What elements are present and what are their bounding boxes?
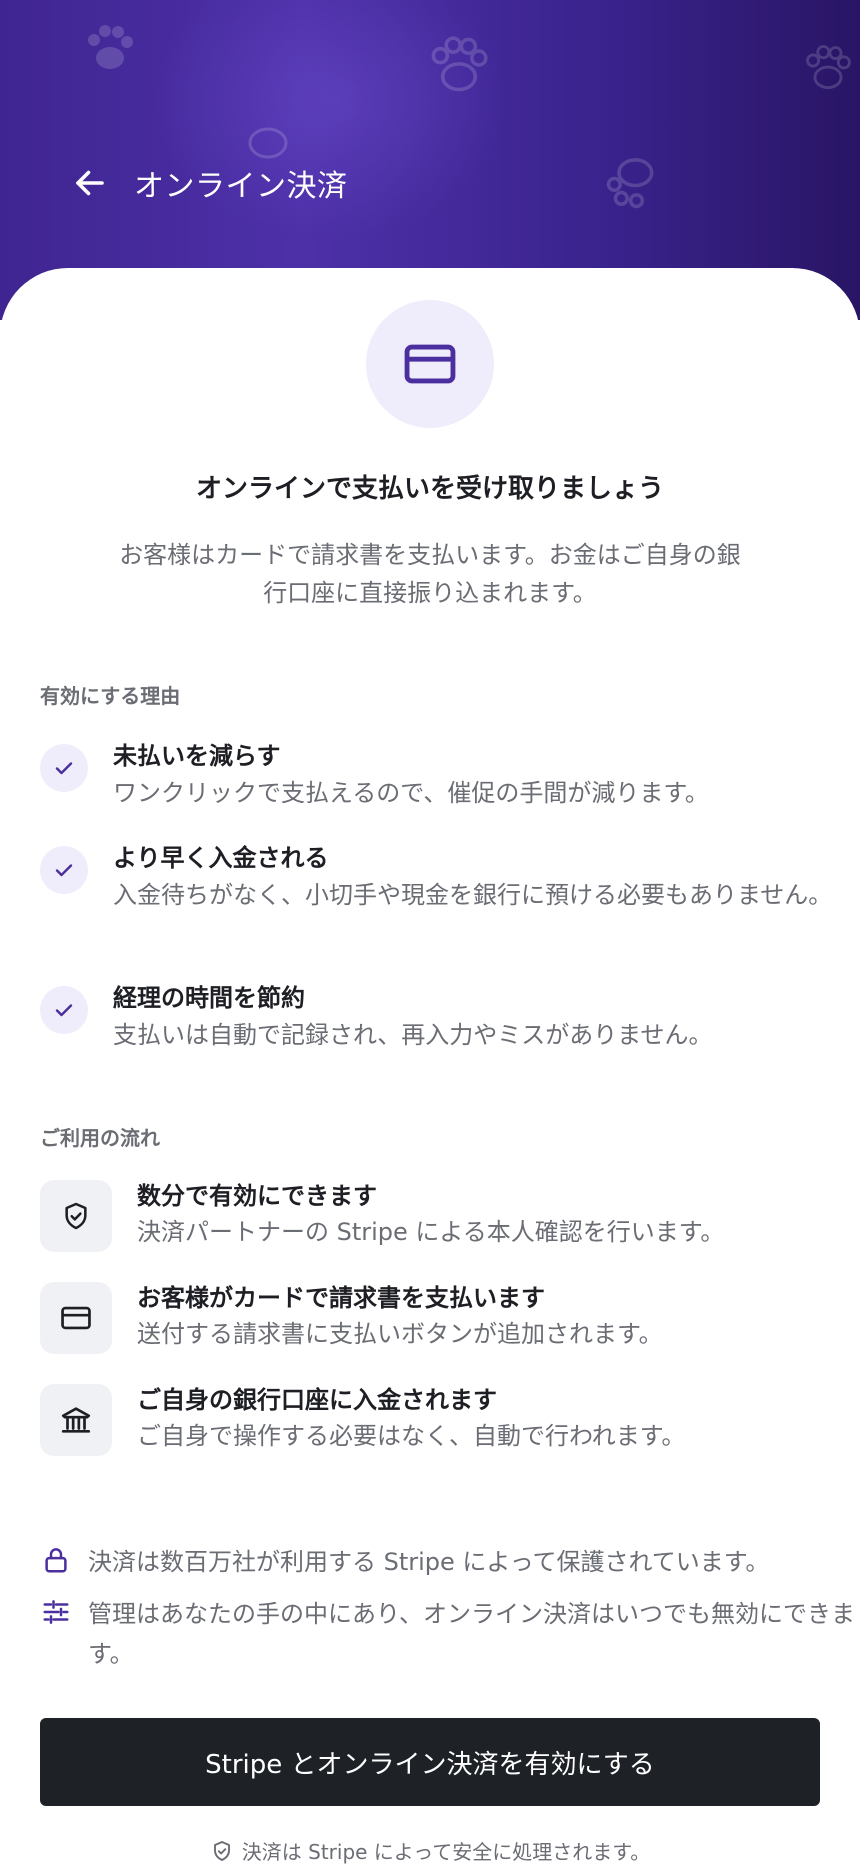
check-icon	[55, 864, 73, 877]
credit-card-icon	[404, 344, 456, 384]
check-badge	[40, 986, 88, 1034]
check-badge	[40, 744, 88, 792]
step-title: お客様がカードで請求書を支払います	[137, 1284, 545, 1312]
arrow-left-icon	[76, 170, 104, 196]
benefit-description: 支払いは自動で記録され、再入力やミスがありません。	[113, 1021, 713, 1049]
hero-icon-circle	[366, 300, 494, 428]
shield-check-icon	[65, 1202, 87, 1230]
security-note-text: 決済は数百万社が利用する Stripe によって保護されています。	[88, 1548, 770, 1576]
step-title: 数分で有効にできます	[137, 1182, 377, 1210]
footer-text: 決済は Stripe によって安全に処理されます。	[241, 1840, 651, 1864]
subtext: お客様はカードで請求書を支払います。お金はご自身の銀行口座に直接振り込まれます。	[119, 541, 741, 607]
credit-card-icon	[61, 1306, 91, 1330]
step-description: ご自身で操作する必要はなく、自動で行われます。	[137, 1422, 686, 1450]
step-description: 送付する請求書に支払いボタンが追加されます。	[137, 1320, 663, 1348]
shield-check-icon	[213, 1840, 230, 1861]
flow-section-title: ご利用の流れ	[40, 1126, 160, 1150]
control-note-text: 管理はあなたの手の中にあり、オンライン決済はいつでも無効にできます。	[88, 1600, 856, 1668]
bank-icon	[61, 1407, 91, 1433]
benefits-section-title: 有効にする理由	[40, 684, 181, 708]
step-icon-box	[40, 1180, 112, 1252]
sliders-icon	[43, 1600, 69, 1624]
paw-print-icon	[806, 45, 851, 90]
step-title: ご自身の銀行口座に入金されます	[137, 1386, 497, 1414]
check-icon	[55, 1004, 73, 1017]
headline: オンラインで支払いを受け取りましょう	[195, 474, 664, 504]
app-header: オンライン決済	[70, 158, 348, 208]
footer-note: 決済は Stripe によって安全に処理されます。	[0, 1836, 860, 1865]
benefit-title: 経理の時間を節約	[113, 984, 305, 1012]
check-badge	[40, 846, 88, 894]
back-button[interactable]	[70, 163, 110, 203]
check-icon	[55, 762, 73, 775]
paw-print-icon	[431, 36, 488, 92]
step-icon-box	[40, 1384, 112, 1456]
paw-print-icon	[606, 158, 654, 209]
page-title: オンライン決済	[134, 169, 348, 204]
step-description: 決済パートナーの Stripe による本人確認を行います。	[137, 1218, 725, 1246]
benefit-description: ワンクリックで支払えるので、催促の手間が減ります。	[113, 779, 709, 807]
content-sheet: オンラインで支払いを受け取りましょう お客様はカードで請求書を支払います。お金は…	[0, 268, 860, 1864]
benefit-title: より早く入金される	[113, 844, 329, 872]
benefit-description: 入金待ちがなく、小切手や現金を銀行に預ける必要もありません。	[113, 881, 833, 909]
step-icon-box	[40, 1282, 112, 1354]
enable-online-payments-button[interactable]: Stripe とオンライン決済を有効にする	[40, 1718, 820, 1806]
lock-icon	[45, 1548, 67, 1573]
paw-print-icon	[88, 25, 133, 69]
benefit-title: 未払いを減らす	[113, 742, 281, 770]
